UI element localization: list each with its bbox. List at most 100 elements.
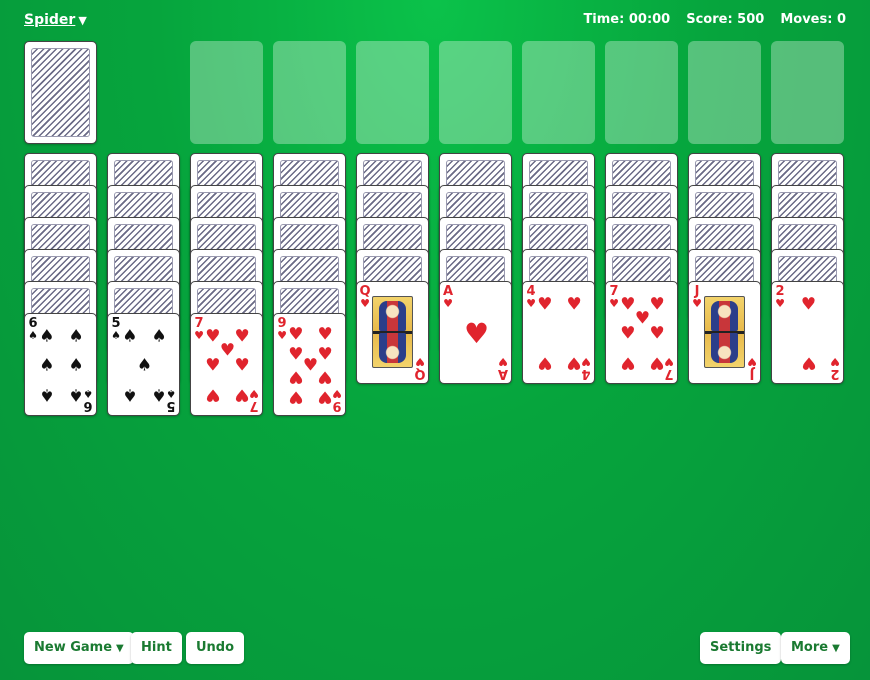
card-6-of-spades[interactable]: 6 ♠ 6 ♠ ♠ ♠ ♠ ♠ ♠ ♠ (24, 313, 97, 416)
card-index-tl: J ♥ (691, 285, 703, 309)
spades-icon: ♠ (39, 384, 55, 405)
foundation-slot (190, 41, 263, 144)
new-game-button[interactable]: New Game ▼ (24, 632, 134, 664)
card-4-of-hearts[interactable]: 4 ♥ 4 ♥ ♥ ♥ ♥ ♥ (522, 281, 595, 384)
card-index-br: A ♥ (497, 355, 509, 381)
spades-icon: ♠ (83, 387, 93, 400)
spades-icon: ♠ (151, 384, 167, 405)
spades-icon: ♠ (68, 384, 84, 405)
court-figure-icon (704, 296, 745, 368)
hearts-icon: ♥ (234, 384, 250, 405)
hearts-icon: ♥ (498, 355, 508, 368)
undo-button[interactable]: Undo (186, 632, 245, 664)
card-2-of-hearts[interactable]: 2 ♥ 2 ♥ ♥ ♥ (771, 281, 844, 384)
hearts-icon: ♥ (302, 355, 319, 375)
card-rank: 7 (664, 366, 674, 381)
hearts-icon: ♥ (566, 294, 582, 315)
hearts-icon: ♥ (649, 352, 665, 373)
spades-icon: ♠ (28, 329, 38, 342)
hearts-icon: ♥ (800, 294, 817, 315)
foundation-slot (771, 41, 844, 144)
time-readout: Time: 00:00 (583, 12, 671, 27)
card-rank: 2 (830, 366, 840, 381)
chevron-down-icon: ▼ (832, 643, 840, 654)
score-readout: Score: 500 (686, 12, 765, 27)
hearts-icon: ♥ (537, 294, 553, 315)
card-index-tl: A ♥ (442, 285, 454, 309)
card-index-br: 9 ♥ (331, 387, 343, 413)
spades-icon: ♠ (39, 326, 55, 347)
spades-icon: ♠ (68, 326, 84, 347)
game-menu-button[interactable]: Spider ▼ (24, 12, 87, 28)
hearts-icon: ♥ (620, 294, 636, 315)
card-rank: 4 (581, 366, 591, 381)
hearts-icon: ♥ (415, 355, 425, 368)
more-button[interactable]: More ▼ (781, 632, 850, 664)
hearts-icon: ♥ (526, 297, 536, 310)
card-index-tl: 7 ♥ (193, 317, 205, 341)
hearts-icon: ♥ (692, 297, 702, 310)
hearts-icon: ♥ (288, 344, 304, 365)
hearts-icon: ♥ (219, 340, 236, 361)
spades-icon: ♠ (68, 355, 84, 375)
card-index-br: 6 ♠ (82, 387, 94, 413)
card-index-br: 4 ♥ (580, 355, 592, 381)
card-rank: 6 (83, 398, 93, 413)
hearts-icon: ♥ (288, 324, 304, 345)
card-index-br: Q ♥ (414, 355, 426, 381)
foundation-slot (688, 41, 761, 144)
card-rank: 5 (166, 398, 176, 413)
hearts-icon: ♥ (609, 297, 619, 310)
hearts-icon: ♥ (234, 326, 250, 347)
court-figure-icon (372, 296, 413, 368)
foundation-slot (522, 41, 595, 144)
hearts-icon: ♥ (537, 352, 553, 373)
hearts-icon: ♥ (800, 352, 817, 373)
hearts-icon: ♥ (620, 352, 636, 373)
card-index-br: 5 ♠ (165, 387, 177, 413)
stats-bar: Time: 00:00 Score: 500 Moves: 0 (583, 12, 846, 27)
hearts-icon: ♥ (317, 366, 333, 387)
card-index-tl: Q ♥ (359, 285, 371, 309)
moves-readout: Moves: 0 (780, 12, 846, 27)
card-index-br: J ♥ (746, 355, 758, 381)
more-label: More (791, 640, 829, 655)
settings-button[interactable]: Settings (700, 632, 782, 664)
hearts-icon: ♥ (775, 297, 785, 310)
hearts-icon: ♥ (277, 329, 287, 342)
hearts-icon: ♥ (249, 387, 259, 400)
card-rank: J (749, 366, 755, 381)
new-game-label: New Game (34, 640, 113, 655)
card-Q-of-hearts[interactable]: Q ♥ Q ♥ (356, 281, 429, 384)
card-9-of-hearts[interactable]: 9 ♥ 9 ♥ ♥ ♥ ♥ ♥ ♥ ♥ ♥ ♥ ♥ (273, 313, 346, 416)
hearts-icon: ♥ (830, 355, 840, 368)
hearts-icon: ♥ (747, 355, 757, 368)
hint-label: Hint (141, 640, 172, 655)
hearts-icon: ♥ (566, 352, 582, 373)
hearts-icon: ♥ (205, 384, 221, 405)
hearts-icon: ♥ (317, 344, 333, 365)
card-7-of-hearts[interactable]: 7 ♥ 7 ♥ ♥ ♥ ♥ ♥ ♥ ♥ ♥ (605, 281, 678, 384)
card-J-of-hearts[interactable]: J ♥ J ♥ (688, 281, 761, 384)
top-bar: Spider ▼ Time: 00:00 Score: 500 Moves: 0 (0, 0, 870, 40)
card-index-br: 2 ♥ (829, 355, 841, 381)
foundation-slot (439, 41, 512, 144)
card-rank: Q (414, 366, 426, 381)
stock-card[interactable] (24, 41, 97, 144)
card-index-tl: 7 ♥ (608, 285, 620, 309)
hearts-icon: ♥ (463, 316, 490, 350)
spades-icon: ♠ (39, 355, 55, 375)
hearts-icon: ♥ (288, 386, 304, 407)
card-7-of-hearts[interactable]: 7 ♥ 7 ♥ ♥ ♥ ♥ ♥ ♥ ♥ ♥ (190, 313, 263, 416)
foundation-slot (605, 41, 678, 144)
card-index-br: 7 ♥ (663, 355, 675, 381)
spades-icon: ♠ (122, 384, 138, 405)
hearts-icon: ♥ (443, 297, 453, 310)
hearts-icon: ♥ (205, 355, 221, 375)
card-rank: A (497, 366, 509, 381)
card-A-of-hearts[interactable]: A ♥ A ♥ ♥ (439, 281, 512, 384)
undo-label: Undo (196, 640, 235, 655)
hearts-icon: ♥ (360, 297, 370, 310)
hint-button[interactable]: Hint (131, 632, 182, 664)
card-5-of-spades[interactable]: 5 ♠ 5 ♠ ♠ ♠ ♠ ♠ ♠ (107, 313, 180, 416)
